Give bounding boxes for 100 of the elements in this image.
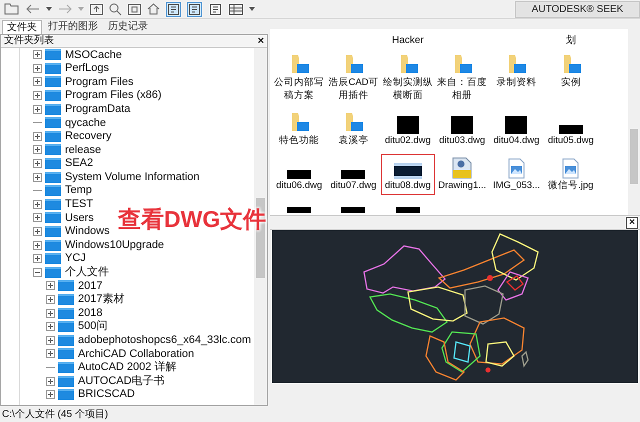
file-item[interactable]: IMG_053... bbox=[489, 154, 544, 195]
file-item[interactable]: 绘制实测纵横断面 bbox=[380, 51, 435, 105]
file-item[interactable]: ditu03.dwg bbox=[434, 109, 490, 150]
expand-toggle[interactable] bbox=[33, 200, 42, 209]
file-label: ditu06.dwg bbox=[275, 179, 324, 192]
caret-icon[interactable] bbox=[46, 7, 52, 11]
tab[interactable]: 打开的图形 bbox=[44, 20, 102, 34]
expand-toggle[interactable] bbox=[33, 64, 42, 73]
folder-icon bbox=[45, 49, 61, 60]
file-label: 袁溪亭 bbox=[337, 134, 370, 147]
expand-toggle[interactable] bbox=[33, 104, 42, 114]
expand-toggle[interactable] bbox=[33, 91, 42, 100]
folder-icon bbox=[58, 280, 74, 292]
file-item[interactable]: Drawing1... bbox=[434, 154, 490, 195]
expand-toggle[interactable] bbox=[46, 294, 55, 304]
dwg-thumbnail bbox=[451, 116, 474, 134]
expand-toggle[interactable] bbox=[33, 50, 42, 60]
file-label: Drawing1... bbox=[437, 179, 488, 192]
file-label: Hacker bbox=[390, 34, 425, 47]
folder-icon bbox=[45, 266, 61, 278]
folder-icon bbox=[58, 321, 74, 332]
scrollbar[interactable] bbox=[628, 29, 640, 215]
view-grid-icon[interactable] bbox=[229, 4, 243, 14]
expand-toggle[interactable] bbox=[33, 159, 42, 168]
expand-toggle[interactable] bbox=[33, 254, 42, 264]
expand-toggle[interactable] bbox=[33, 132, 42, 141]
expand-toggle[interactable] bbox=[33, 213, 42, 222]
expand-toggle[interactable] bbox=[46, 281, 55, 290]
file-item[interactable]: ditu07.dwg bbox=[326, 154, 381, 195]
folder-icon bbox=[45, 172, 61, 183]
folder-up-icon[interactable] bbox=[90, 4, 103, 14]
folder-icon bbox=[58, 308, 74, 319]
expand-toggle[interactable] bbox=[46, 322, 55, 332]
file-label: ditu03.dwg bbox=[438, 134, 486, 147]
file-label: 绘制实测纵横断面 bbox=[382, 76, 434, 102]
image-file-icon bbox=[508, 158, 525, 179]
file-item[interactable]: 实例 bbox=[544, 51, 598, 105]
expand-toggle[interactable] bbox=[46, 336, 55, 345]
file-item[interactable]: ditu02.dwg bbox=[380, 109, 435, 150]
folder-icon bbox=[45, 253, 61, 264]
file-item[interactable]: 录制资料 bbox=[489, 51, 544, 105]
toggle-view-button[interactable] bbox=[208, 2, 223, 16]
expand-toggle[interactable] bbox=[33, 77, 42, 86]
expand-toggle[interactable] bbox=[33, 145, 42, 154]
file-item[interactable]: ditu06.dwg bbox=[272, 154, 326, 195]
file-label: ditu04.dwg bbox=[492, 134, 540, 147]
file-label: ditu02.dwg bbox=[384, 134, 432, 147]
file-label: 浩辰CAD可用插件 bbox=[327, 76, 380, 102]
file-label: 来自：百度相册 bbox=[436, 76, 488, 102]
expand-toggle[interactable] bbox=[33, 227, 42, 236]
file-item[interactable]: 来自：百度相册 bbox=[434, 51, 490, 105]
file-item[interactable]: 袁溪亭 bbox=[326, 109, 381, 150]
file-item[interactable]: ditu05.dwg bbox=[544, 109, 598, 150]
file-item[interactable]: ditu04.dwg bbox=[489, 109, 544, 150]
file-item[interactable]: 特色功能 bbox=[272, 109, 326, 150]
back-arrow-icon[interactable] bbox=[26, 4, 40, 14]
expand-toggle[interactable] bbox=[33, 240, 42, 250]
file-label: 微信号.jpg bbox=[547, 179, 594, 192]
folder-icon bbox=[45, 90, 61, 102]
folder-icon bbox=[45, 240, 61, 251]
folder-icon bbox=[58, 376, 74, 387]
file-item[interactable]: ditu08.dwg bbox=[380, 154, 435, 195]
open-folder-icon[interactable] bbox=[4, 3, 20, 15]
folder-icon bbox=[45, 130, 61, 142]
expand-toggle[interactable] bbox=[46, 390, 55, 400]
file-item[interactable]: 浩辰CAD可用插件 bbox=[326, 51, 381, 105]
expand-toggle[interactable] bbox=[46, 349, 55, 358]
dwg-thumbnail bbox=[287, 207, 312, 213]
home-icon[interactable] bbox=[147, 3, 160, 15]
tab[interactable]: 文件夹 bbox=[2, 20, 42, 34]
folder-icon bbox=[45, 62, 61, 74]
favorites-folder-icon[interactable] bbox=[128, 4, 141, 14]
close-button[interactable]: × bbox=[626, 216, 638, 228]
folder-icon bbox=[58, 362, 74, 373]
file-item[interactable]: 公司内部写稿方案 bbox=[272, 51, 326, 105]
file-label: 公司内部写稿方案 bbox=[273, 76, 326, 102]
file-item[interactable]: 微信号.jpg bbox=[544, 154, 598, 195]
dwg-file-icon bbox=[452, 157, 472, 179]
folder-icon bbox=[45, 198, 61, 210]
close-button[interactable]: × bbox=[258, 36, 264, 46]
dwg-thumbnail bbox=[341, 207, 366, 213]
folder-icon bbox=[45, 158, 61, 170]
image-file-icon bbox=[562, 158, 580, 179]
toggle-view-button[interactable] bbox=[166, 2, 181, 16]
toggle-view-button[interactable] bbox=[187, 2, 202, 16]
seek-button[interactable]: AUTODESK® SEEK bbox=[515, 0, 640, 18]
folder-icon bbox=[45, 185, 61, 196]
folder-icon bbox=[58, 334, 74, 346]
expand-toggle[interactable] bbox=[46, 376, 55, 386]
folder-icon bbox=[58, 389, 74, 400]
file-label: 特色功能 bbox=[278, 134, 320, 147]
folder-icon bbox=[58, 348, 74, 360]
tab[interactable]: 历史记录 bbox=[104, 20, 152, 34]
search-icon[interactable] bbox=[109, 2, 122, 16]
expand-toggle[interactable] bbox=[33, 268, 42, 277]
dwg-thumbnail bbox=[396, 207, 420, 213]
caret-icon[interactable] bbox=[249, 7, 255, 11]
expand-toggle[interactable] bbox=[46, 308, 55, 318]
expand-toggle[interactable] bbox=[33, 172, 42, 182]
folder-icon bbox=[45, 104, 61, 115]
